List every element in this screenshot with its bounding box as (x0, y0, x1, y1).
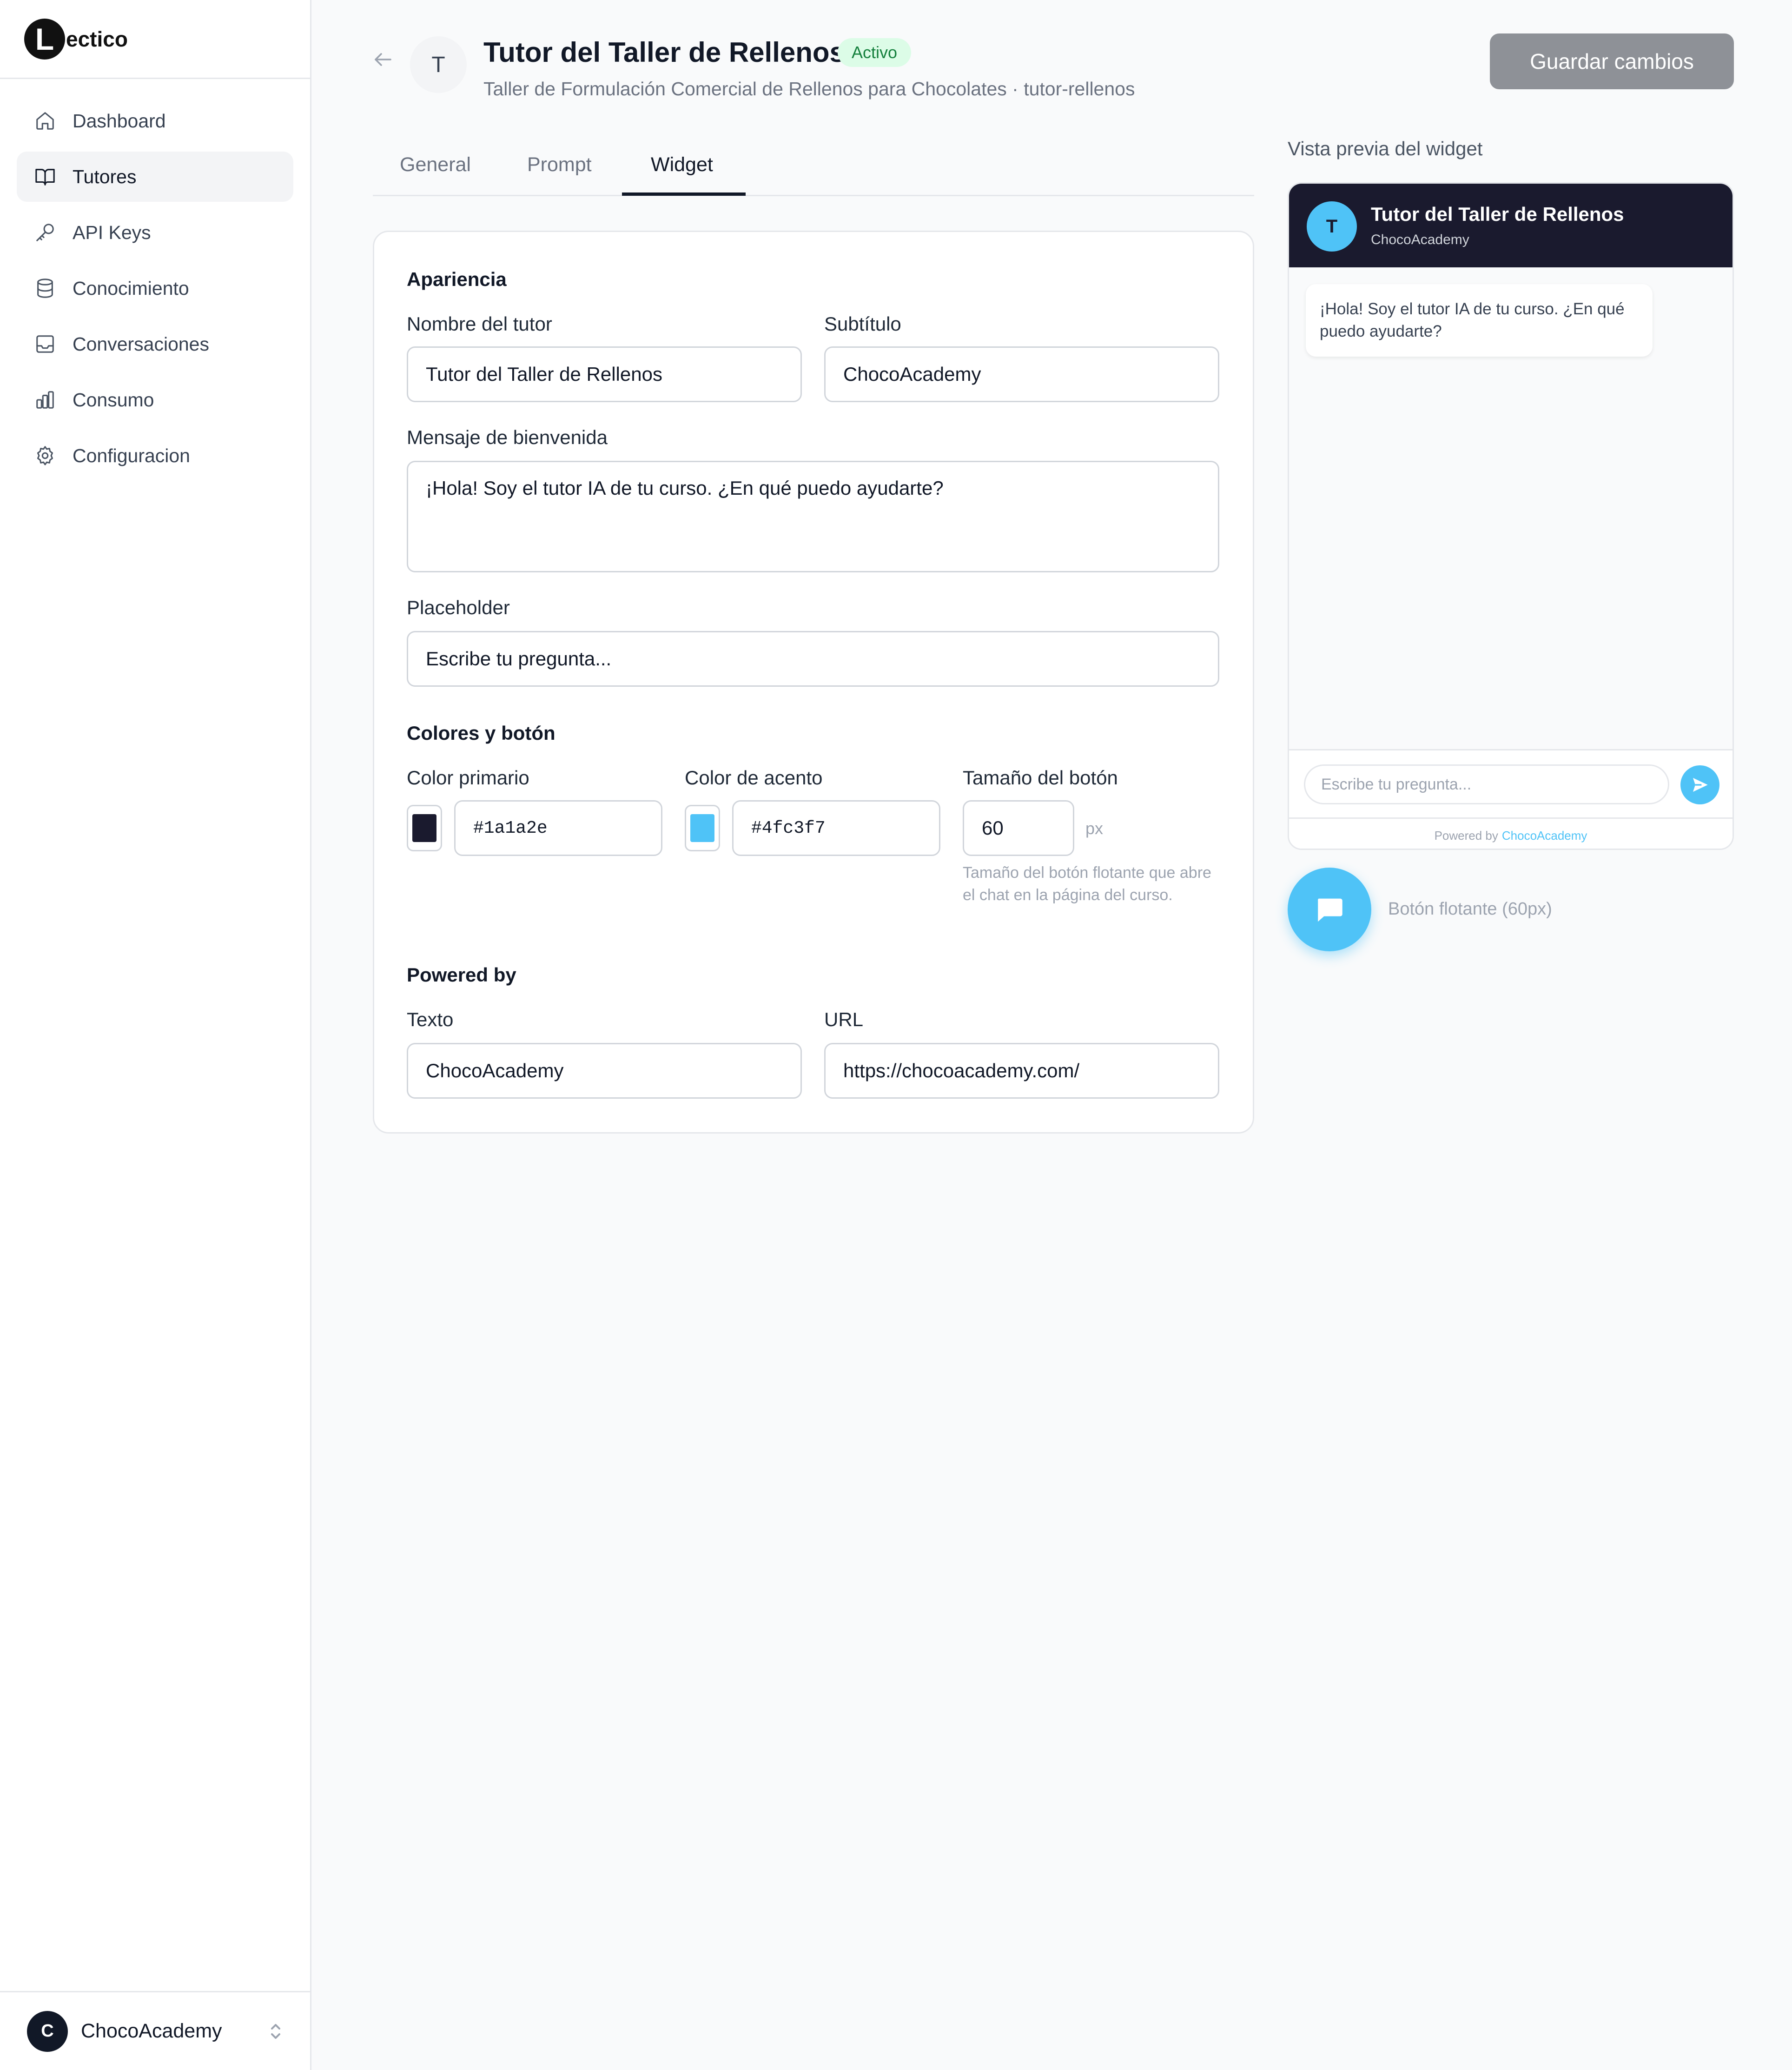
powered-url-input[interactable]: https://chocoacademy.com/ (824, 1043, 1219, 1099)
subtitle-label: Subtítulo (824, 313, 901, 335)
placeholder-label: Placeholder (407, 597, 510, 618)
primary-color-input[interactable]: #1a1a2e (454, 800, 662, 856)
sidebar-nav: Dashboard Tutores API Keys Conocimiento … (0, 79, 310, 481)
org-name: ChocoAcademy (81, 2020, 222, 2042)
book-icon (35, 169, 55, 186)
section-title-colors: Colores y botón (407, 722, 555, 744)
org-switcher[interactable]: C ChocoAcademy (0, 1991, 310, 2070)
button-size-label: Tamaño del botón (963, 767, 1118, 789)
widget-title: Tutor del Taller de Rellenos (1371, 203, 1624, 225)
sidebar-item-tutores[interactable]: Tutores (17, 152, 293, 202)
database-icon (37, 279, 53, 298)
welcome-message-textarea[interactable]: ¡Hola! Soy el tutor IA de tu curso. ¿En … (407, 461, 1219, 572)
chat-bubble-icon (1318, 898, 1342, 922)
arrow-left-icon[interactable] (372, 48, 394, 71)
welcome-message-label: Mensaje de bienvenida (407, 426, 608, 448)
section-title-powered-by: Powered by (407, 964, 516, 986)
brand-name: ectico (66, 27, 128, 51)
brand[interactable]: L ectico (0, 0, 310, 79)
bar-chart-icon (36, 391, 54, 409)
powered-url-label: URL (824, 1008, 864, 1030)
powered-by-bar: Powered by ChocoAcademy (1289, 817, 1732, 849)
accent-color-swatch (690, 814, 714, 842)
page-subtitle: Taller de Formulación Comercial de Relle… (483, 78, 1135, 100)
sidebar-item-label: API Keys (73, 221, 151, 243)
welcome-bubble: ¡Hola! Soy el tutor IA de tu curso. ¿En … (1306, 284, 1653, 357)
inbox-icon (36, 335, 54, 353)
floating-chat-button[interactable] (1288, 868, 1371, 951)
home-icon (36, 112, 54, 130)
gear-icon (37, 446, 53, 465)
brand-logo: L (24, 18, 65, 60)
powered-by-prefix: Powered by (1434, 829, 1498, 843)
primary-color-swatch (412, 814, 436, 842)
accent-color-label: Color de acento (685, 767, 823, 789)
send-icon (1693, 778, 1708, 792)
button-size-unit: px (1085, 819, 1104, 838)
tab-active-indicator (622, 192, 746, 196)
subtitle-input[interactable]: ChocoAcademy (824, 346, 1219, 402)
tab-general[interactable]: General (400, 153, 471, 176)
accent-color-input[interactable]: #4fc3f7 (732, 800, 940, 856)
sidebar-item-consumo[interactable]: Consumo (17, 375, 293, 425)
widget-header: T Tutor del Taller de Rellenos ChocoAcad… (1289, 184, 1732, 267)
sidebar-item-conversaciones[interactable]: Conversaciones (17, 319, 293, 369)
sidebar-item-configuracion[interactable]: Configuracion (17, 431, 293, 481)
widget-subtitle: ChocoAcademy (1371, 232, 1469, 247)
page-title: Tutor del Taller de Rellenos (483, 37, 845, 68)
widget-settings-card: Apariencia Nombre del tutor Tutor del Ta… (373, 231, 1254, 1134)
placeholder-input[interactable]: Escribe tu pregunta... (407, 631, 1219, 687)
primary-color-label: Color primario (407, 767, 529, 789)
send-button[interactable] (1680, 765, 1719, 804)
widget-preview: T Tutor del Taller de Rellenos ChocoAcad… (1288, 182, 1734, 850)
save-button[interactable]: Guardar cambios (1490, 33, 1734, 89)
tutor-avatar: T (410, 36, 467, 93)
widget-chat-input[interactable]: Escribe tu pregunta... (1304, 764, 1669, 804)
sidebar-item-label: Tutores (73, 166, 137, 187)
tutor-name-input[interactable]: Tutor del Taller de Rellenos (407, 346, 802, 402)
powered-text-label: Texto (407, 1008, 454, 1030)
tab-widget[interactable]: Widget (651, 153, 713, 176)
accent-color-picker[interactable] (685, 805, 720, 851)
sidebar-item-label: Conversaciones (73, 333, 209, 355)
tab-bar: General Prompt Widget (373, 139, 1254, 196)
widget-footer: Escribe tu pregunta... Powered by ChocoA… (1289, 749, 1732, 849)
powered-text-input[interactable]: ChocoAcademy (407, 1043, 802, 1099)
key-icon (36, 224, 54, 241)
floating-button-label: Botón flotante (60px) (1388, 899, 1552, 919)
primary-color-picker[interactable] (407, 805, 442, 851)
org-avatar: C (27, 2010, 68, 2052)
sidebar-item-label: Consumo (73, 389, 154, 411)
status-badge: Activo (838, 38, 912, 67)
tutor-name-label: Nombre del tutor (407, 313, 552, 335)
sidebar-item-conocimiento[interactable]: Conocimiento (17, 263, 293, 313)
sidebar-item-label: Conocimiento (73, 277, 189, 299)
widget-avatar: T (1307, 201, 1357, 252)
powered-by-link[interactable]: ChocoAcademy (1502, 829, 1587, 843)
section-title-appearance: Apariencia (407, 268, 507, 290)
button-size-help: Tamaño del botón flotante que abre el ch… (963, 864, 1211, 904)
sidebar-item-api-keys[interactable]: API Keys (17, 207, 293, 258)
tab-prompt[interactable]: Prompt (527, 153, 592, 176)
chevron-up-down-icon (271, 2024, 280, 2039)
sidebar-item-label: Dashboard (73, 110, 166, 132)
sidebar-item-dashboard[interactable]: Dashboard (17, 96, 293, 146)
preview-label: Vista previa del widget (1288, 138, 1483, 159)
sidebar: L ectico Dashboard Tutores API Keys Cono… (0, 0, 311, 2070)
sidebar-item-label: Configuracion (73, 445, 190, 466)
button-size-input[interactable]: 60 (963, 800, 1074, 856)
